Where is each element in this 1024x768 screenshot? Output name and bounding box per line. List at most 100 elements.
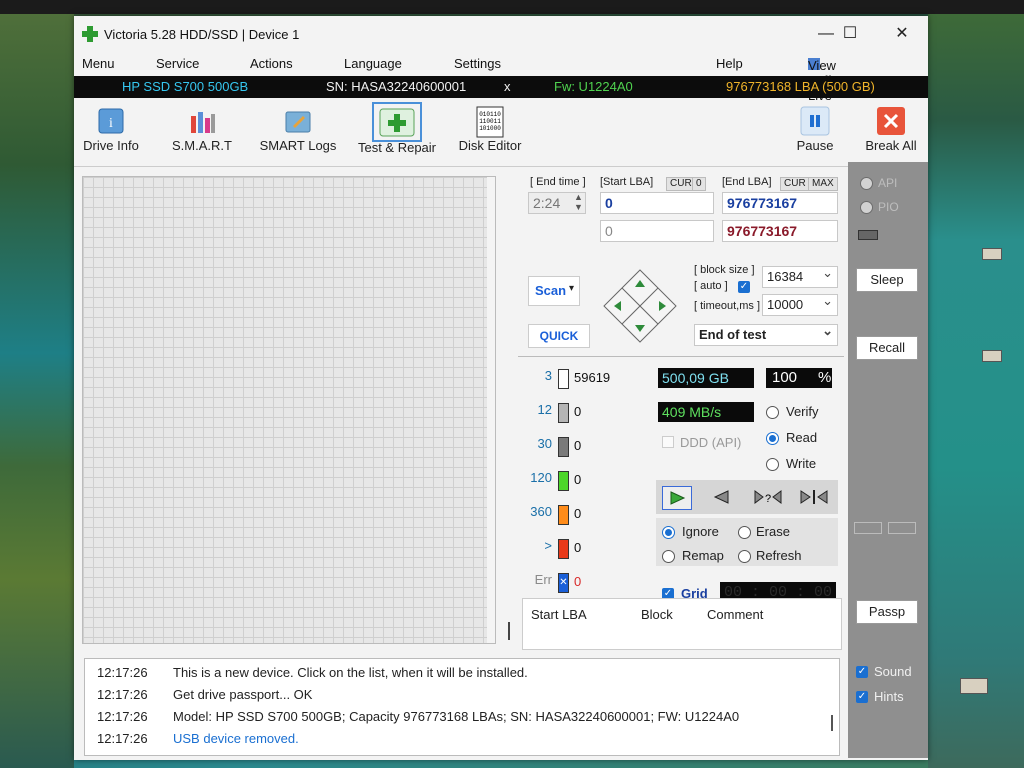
victoria-window: Victoria 5.28 HDD/SSD | Device 1 — ☐ ✕ M… [74, 16, 928, 760]
block-count: 0 [574, 506, 582, 521]
device-model[interactable]: HP SSD S700 500GB [122, 79, 248, 94]
timeout-label: [ timeout,ms ] [694, 300, 761, 312]
close-button[interactable]: ✕ [882, 20, 922, 48]
butterfly-button[interactable] [798, 486, 830, 508]
block-legend-row: 3 59619 [518, 368, 611, 390]
device-serial: SN: HASA32240600001 [326, 79, 467, 94]
smart-logs-icon [283, 106, 313, 136]
menu-menu[interactable]: Menu [82, 56, 115, 71]
passport-button[interactable]: Passp [856, 600, 918, 624]
end-cur-button[interactable]: CUR [780, 177, 810, 191]
block-color-swatch[interactable]: ✕ [558, 573, 569, 593]
verify-radio[interactable] [766, 406, 779, 419]
scan-button[interactable]: Scan ▾ [528, 276, 580, 306]
block-color-swatch[interactable] [558, 437, 569, 457]
refresh-radio[interactable] [738, 550, 751, 563]
api-radio[interactable] [860, 177, 873, 190]
column-header-comment[interactable]: Comment [707, 607, 763, 622]
event-log[interactable]: 12:17:26 This is a new device. Click on t… [84, 658, 840, 756]
svg-text:110011: 110011 [479, 118, 501, 125]
refresh-label: Refresh [756, 548, 802, 563]
ddd-label: DDD (API) [680, 435, 742, 450]
sleep-button[interactable]: Sleep [856, 268, 918, 292]
hints-label: Hints [874, 689, 904, 704]
start-lba-label: [Start LBA] [600, 176, 654, 188]
reverse-button[interactable] [708, 486, 736, 508]
write-radio[interactable] [766, 458, 779, 471]
direction-pad[interactable] [602, 268, 678, 344]
block-count: 0 [574, 404, 582, 419]
smart-button[interactable]: S.M.A.R.T [166, 102, 238, 164]
block-count: 59619 [574, 370, 611, 385]
svg-text:i: i [109, 116, 113, 131]
quick-button[interactable]: QUICK [528, 324, 590, 348]
erase-radio[interactable] [738, 526, 751, 539]
svg-text:?: ? [765, 493, 771, 505]
defects-table[interactable]: Start LBA Block Comment [522, 598, 842, 650]
verify-label: Verify [786, 404, 819, 419]
end-max-button[interactable]: MAX [808, 177, 838, 191]
block-legend-label: Err [534, 572, 552, 587]
menu-settings[interactable]: Settings [454, 56, 501, 71]
boat-image [982, 350, 1002, 362]
block-count: 0 [574, 472, 582, 487]
menu-language[interactable]: Language [344, 56, 402, 71]
pause-button[interactable]: Pause [790, 102, 840, 164]
direction-pad-icon [603, 269, 677, 343]
ddd-checkbox[interactable] [662, 436, 674, 448]
test-repair-button[interactable]: Test & Repair [352, 102, 442, 164]
sound-checkbox[interactable]: ✓ [856, 666, 868, 678]
block-color-swatch[interactable] [558, 403, 569, 423]
random-button[interactable]: ? [752, 486, 784, 508]
play-icon [670, 491, 686, 505]
disk-editor-button[interactable]: 010110 110011 101000 Disk Editor [454, 102, 526, 164]
menu-service[interactable]: Service [156, 56, 199, 71]
start-test-button[interactable] [662, 486, 692, 510]
hints-checkbox[interactable]: ✓ [856, 691, 868, 703]
svg-text:101000: 101000 [479, 125, 501, 132]
disk-editor-icon: 010110 110011 101000 [475, 106, 505, 138]
ignore-radio[interactable] [662, 526, 675, 539]
tested-size-display: 500,09 GB [658, 368, 754, 388]
smart-logs-button[interactable]: SMART Logs [256, 102, 340, 164]
block-color-swatch[interactable] [558, 539, 569, 559]
ignore-label: Ignore [682, 524, 719, 539]
block-size-label: [ block size ] [694, 264, 755, 276]
pio-radio[interactable] [860, 201, 873, 214]
menu-help[interactable]: Help [716, 56, 743, 71]
desktop-wallpaper-right [928, 14, 1024, 768]
block-legend-label: 360 [530, 504, 552, 519]
close-device-button[interactable]: x [504, 79, 511, 94]
write-label: Write [786, 456, 817, 471]
end-lba-label: [End LBA] [722, 176, 772, 188]
title-bar: Victoria 5.28 HDD/SSD | Device 1 — ☐ ✕ [74, 16, 928, 52]
end-of-test-select[interactable]: End of test [694, 321, 838, 346]
timeout-select[interactable]: 10000 [762, 291, 838, 316]
end-time-label: [ End time ] [530, 176, 586, 188]
block-size-select[interactable]: 16384 [762, 263, 838, 288]
side-panel: API PIO Sleep Recall Passp ✓ Sound ✓ Hin… [848, 162, 928, 758]
break-all-button[interactable]: Break All [860, 102, 922, 164]
block-color-swatch[interactable] [558, 505, 569, 525]
read-radio[interactable] [766, 432, 779, 445]
start-lba-field[interactable]: 0 [600, 192, 714, 214]
block-legend-row: 12 0 [518, 402, 608, 424]
column-header-block[interactable]: Block [641, 607, 673, 622]
drive-info-button[interactable]: i Drive Info [80, 102, 142, 164]
column-header-start-lba[interactable]: Start LBA [531, 607, 587, 622]
start-zero-button[interactable]: 0 [692, 177, 706, 191]
log-scrollbar[interactable] [831, 715, 833, 731]
splitter-handle[interactable] [508, 622, 510, 640]
menu-actions[interactable]: Actions [250, 56, 293, 71]
block-color-swatch[interactable] [558, 471, 569, 491]
recall-button[interactable]: Recall [856, 336, 918, 360]
remap-radio[interactable] [662, 550, 675, 563]
block-color-swatch[interactable] [558, 369, 569, 389]
end-lba-field[interactable]: 976773167 [722, 192, 838, 214]
end-time-spinner[interactable]: ▲ ▼ [574, 192, 583, 212]
block-legend-label: 120 [530, 470, 552, 485]
maximize-button[interactable]: ☐ [830, 20, 870, 48]
test-control-panel: [ End time ] 2:24 ▲ ▼ [Start LBA] CUR 0 0… [518, 170, 844, 648]
auto-block-checkbox[interactable]: ✓ [738, 281, 750, 293]
block-legend-label: 3 [544, 368, 552, 383]
